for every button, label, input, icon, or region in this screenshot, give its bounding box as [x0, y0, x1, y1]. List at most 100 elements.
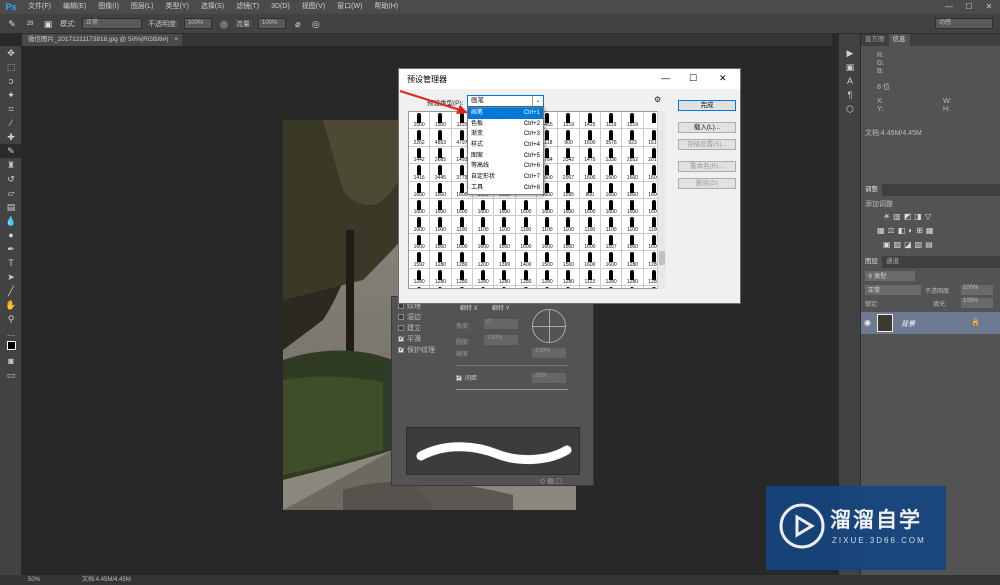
- preset-type-dropdown[interactable]: 画笔 Ctrl+1 色板 Ctrl+2 渐变 Ctrl+3 样式 Ctrl+4 图案 Ctrl+5…: [467, 107, 544, 195]
- grid-scrollbar[interactable]: [657, 111, 666, 289]
- checkbox-checked[interactable]: ✓: [398, 346, 404, 353]
- brush-preset-thumbnail[interactable]: 1600: [579, 129, 601, 147]
- brush-angle-widget[interactable]: [532, 309, 566, 343]
- menu-help[interactable]: 帮助(H): [368, 0, 404, 14]
- brush-preset-thumbnail[interactable]: 1336: [601, 146, 623, 165]
- history-panel-icon[interactable]: ▶: [839, 46, 861, 60]
- tab-histogram[interactable]: 直方图: [861, 34, 889, 46]
- brush-preset-thumbnail[interactable]: 1600: [515, 233, 537, 252]
- brush-preset-thumbnail[interactable]: 1600: [409, 198, 431, 217]
- brush-preset-thumbnail[interactable]: 1280: [622, 268, 644, 286]
- hand-tool-icon[interactable]: ✋: [0, 298, 22, 312]
- brush-preset-thumbnail[interactable]: 1100: [622, 216, 644, 234]
- brush-preset-thumbnail[interactable]: 1600: [515, 198, 537, 217]
- brush-preset-thumbnail[interactable]: 2907: [558, 164, 580, 182]
- brush-preset-thumbnail[interactable]: 2262: [409, 129, 431, 147]
- brush-preset-thumbnail[interactable]: 1280: [430, 285, 452, 288]
- menu-view[interactable]: 视图(V): [296, 0, 331, 14]
- maximize-icon[interactable]: ☐: [960, 0, 978, 14]
- quick-select-tool-icon[interactable]: ✦: [0, 88, 22, 102]
- brush-preset-thumbnail[interactable]: 1280: [473, 268, 495, 286]
- brush-preset-thumbnail[interactable]: 1399: [494, 251, 516, 269]
- brush-preset-thumbnail[interactable]: 1600: [558, 233, 580, 252]
- fill-input[interactable]: 100%: [961, 298, 993, 308]
- brush-preset-thumbnail[interactable]: 1280: [622, 285, 644, 288]
- brush-preset-thumbnail[interactable]: 1100: [601, 216, 623, 234]
- brush-preset-thumbnail[interactable]: 1280: [601, 268, 623, 286]
- blend-mode-select[interactable]: 正常: [865, 285, 921, 295]
- dodge-tool-icon[interactable]: ●: [0, 228, 22, 242]
- brush-preset-thumbnail[interactable]: 1416: [409, 164, 431, 182]
- screen-mode-icon[interactable]: ▭: [0, 368, 22, 382]
- brush-preset-thumbnail[interactable]: 1600: [473, 198, 495, 217]
- brush-preset-thumbnail[interactable]: 1280: [516, 285, 537, 288]
- menu-edit[interactable]: 编辑(E): [57, 0, 92, 14]
- brush-preset-thumbnail[interactable]: 1600: [494, 198, 516, 217]
- menu-filter[interactable]: 滤镜(T): [230, 0, 265, 14]
- brush-preset-thumbnail[interactable]: 1600: [430, 181, 452, 199]
- marquee-tool-icon[interactable]: ⬚: [0, 60, 22, 74]
- layer-opacity-input[interactable]: 100%: [961, 285, 993, 295]
- tab-adjustments[interactable]: 调整: [861, 184, 882, 196]
- adjustment-icons-row-2[interactable]: ▦⚖◧◐⊞▦: [877, 226, 936, 235]
- brush-preset-thumbnail[interactable]: 1280: [409, 285, 431, 288]
- brush-preset-thumbnail[interactable]: 1600: [409, 181, 431, 199]
- brush-preset-thumbnail[interactable]: 1600: [579, 198, 601, 217]
- airbrush-icon[interactable]: ⌀: [292, 18, 304, 30]
- spacing-input[interactable]: 25%: [532, 373, 566, 383]
- brush-preset-thumbnail[interactable]: 1280: [430, 251, 452, 269]
- flip-x-label[interactable]: 翻转 X: [460, 303, 478, 312]
- brush-preset-thumbnail[interactable]: 923: [622, 129, 644, 147]
- brush-preset-thumbnail[interactable]: 1507: [601, 233, 623, 252]
- brush-preset-thumbnail[interactable]: 1280: [494, 268, 516, 286]
- menu-layer[interactable]: 图层(L): [125, 0, 160, 14]
- move-tool-icon[interactable]: ✥: [0, 46, 22, 60]
- brush-preset-thumbnail[interactable]: 1600: [579, 251, 601, 269]
- brush-preset-thumbnail[interactable]: 2852: [622, 146, 644, 165]
- paragraph-panel-icon[interactable]: ¶: [839, 88, 861, 102]
- roundness-input[interactable]: 100%: [484, 335, 518, 345]
- brush-preset-thumbnail[interactable]: 1600: [558, 198, 580, 217]
- dialog-titlebar[interactable]: 预设管理器 — ☐ ✕: [399, 69, 740, 89]
- dialog-minimize-icon[interactable]: —: [661, 73, 670, 83]
- chevron-down-icon[interactable]: ⌄: [532, 96, 543, 106]
- brush-preset-thumbnail[interactable]: 1475: [579, 146, 601, 165]
- brush-preset-thumbnail[interactable]: 1100: [473, 216, 495, 234]
- save-set-button[interactable]: 存储设置(S)...: [678, 139, 736, 150]
- workspace-select[interactable]: 动感: [935, 18, 993, 29]
- scrollbar-thumb[interactable]: [659, 251, 665, 265]
- eraser-tool-icon[interactable]: ▱: [0, 186, 22, 200]
- adjustment-icons-row-3[interactable]: ▣▨◪▧▤: [883, 240, 936, 249]
- delete-button[interactable]: 删除(D): [678, 178, 736, 189]
- brush-preset-thumbnail[interactable]: 1280: [451, 251, 473, 269]
- menu-3d[interactable]: 3D(D): [265, 0, 296, 14]
- brush-preset-thumbnail[interactable]: 1600: [601, 198, 623, 217]
- dropdown-item[interactable]: 色板 Ctrl+2: [468, 119, 543, 130]
- flow-input[interactable]: 100%: [257, 18, 286, 29]
- settings-gear-icon[interactable]: ⚙: [654, 95, 661, 104]
- hardness-slider[interactable]: [456, 365, 568, 366]
- color-swatches-icon[interactable]: [0, 340, 22, 354]
- brush-preset-thumbnail[interactable]: 1000: [409, 216, 431, 234]
- brush-preset-thumbnail[interactable]: 1100: [579, 216, 601, 234]
- brush-preset-thumbnail[interactable]: 1100: [515, 216, 537, 234]
- clone-stamp-tool-icon[interactable]: ♜: [0, 158, 22, 172]
- eye-icon[interactable]: ◉: [864, 318, 871, 327]
- brush-preset-thumbnail[interactable]: 1100: [558, 216, 580, 234]
- lasso-tool-icon[interactable]: ↄ: [0, 74, 22, 88]
- brush-preset-thumbnail[interactable]: 900: [558, 129, 580, 147]
- info-panel-icon[interactable]: ▣: [839, 60, 861, 74]
- brush-preset-thumbnail[interactable]: 1442: [409, 146, 431, 165]
- more-tools-icon[interactable]: …: [0, 326, 22, 340]
- brush-preset-thumbnail[interactable]: 1600: [579, 233, 601, 252]
- brush-preset-thumbnail[interactable]: 1280: [622, 251, 644, 269]
- brush-preset-thumbnail[interactable]: 1600: [430, 198, 452, 217]
- brush-preset-thumbnail[interactable]: 4853: [430, 129, 452, 147]
- brush-preset-thumbnail[interactable]: 1500: [558, 251, 580, 269]
- dropdown-item[interactable]: 图案 Ctrl+5: [468, 151, 543, 162]
- dropdown-item[interactable]: 自定形状 Ctrl+7: [468, 172, 543, 183]
- close-icon[interactable]: ✕: [980, 0, 998, 14]
- menu-file[interactable]: 文件(F): [22, 0, 57, 14]
- brush-preset-thumbnail[interactable]: 1425: [579, 112, 601, 130]
- brush-preset-thumbnail[interactable]: 3445: [430, 164, 452, 182]
